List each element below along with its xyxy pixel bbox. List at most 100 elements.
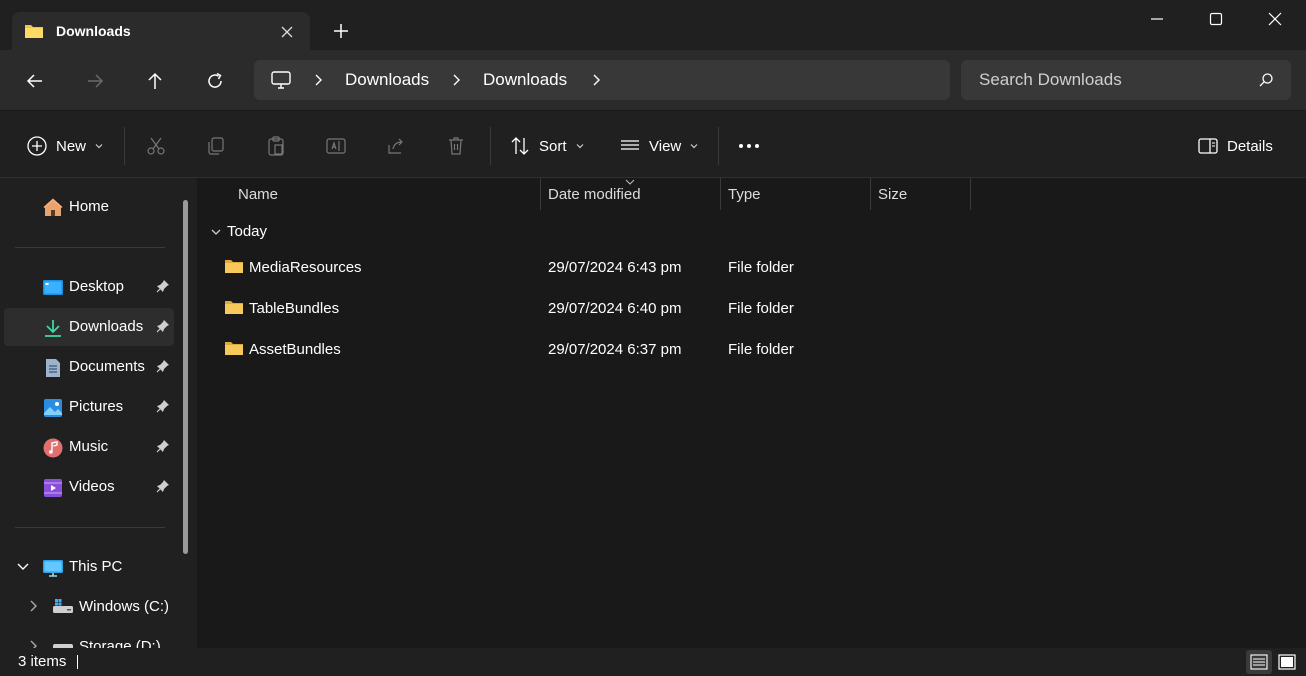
new-button[interactable]: New xyxy=(26,133,104,159)
file-name: TableBundles xyxy=(249,300,340,317)
sidebar-item-label: Documents xyxy=(69,358,145,375)
chevron-right-icon[interactable] xyxy=(590,73,602,87)
pin-icon[interactable] xyxy=(156,359,170,373)
folder-icon xyxy=(224,340,244,356)
see-more-button[interactable] xyxy=(736,133,762,159)
sidebar-item-downloads[interactable]: Downloads xyxy=(4,308,174,346)
table-row[interactable]: TableBundles 29/07/2024 6:40 pm File fol… xyxy=(210,291,1110,325)
sidebar-item-home[interactable]: Home xyxy=(4,188,174,226)
file-name: AssetBundles xyxy=(249,341,341,358)
pin-icon[interactable] xyxy=(156,279,170,293)
column-divider[interactable] xyxy=(870,178,871,210)
status-divider xyxy=(77,655,78,669)
sort-label: Sort xyxy=(539,137,567,155)
toolbar-divider xyxy=(490,127,491,165)
sidebar-item-pictures[interactable]: Pictures xyxy=(4,388,174,426)
trash-icon xyxy=(449,137,463,155)
this-pc-icon xyxy=(42,557,64,579)
address-bar[interactable]: Downloads Downloads xyxy=(254,60,950,100)
tiles-view-icon xyxy=(1278,654,1296,670)
column-divider[interactable] xyxy=(970,178,971,210)
column-divider[interactable] xyxy=(720,178,721,210)
column-divider[interactable] xyxy=(540,178,541,210)
sidebar-item-videos[interactable]: Videos xyxy=(4,468,174,506)
group-header-today[interactable]: Today xyxy=(210,223,267,240)
sidebar-item-label: This PC xyxy=(69,558,123,575)
navigation-bar: Downloads Downloads Search Downloads xyxy=(0,50,1306,110)
minimize-button[interactable] xyxy=(1128,0,1186,38)
navigation-pane: Home Desktop Downloads Documents Picture… xyxy=(0,178,197,648)
details-view-icon xyxy=(1250,654,1268,670)
forward-button[interactable] xyxy=(80,66,110,96)
pictures-icon xyxy=(42,397,64,419)
chevron-right-icon[interactable] xyxy=(26,639,40,648)
chevron-down-icon xyxy=(575,141,585,151)
folder-icon xyxy=(224,258,244,274)
pin-icon[interactable] xyxy=(156,319,170,333)
tab-title: Downloads xyxy=(56,23,131,39)
share-icon xyxy=(388,138,403,154)
search-input[interactable]: Search Downloads xyxy=(979,70,1122,90)
paste-button[interactable] xyxy=(263,133,289,159)
delete-button[interactable] xyxy=(443,133,469,159)
home-icon xyxy=(42,197,64,219)
drive-icon xyxy=(52,597,74,619)
sort-button[interactable]: Sort xyxy=(509,133,585,159)
file-name: MediaResources xyxy=(249,259,362,276)
chevron-right-icon[interactable] xyxy=(450,73,462,87)
refresh-button[interactable] xyxy=(200,66,230,96)
table-row[interactable]: AssetBundles 29/07/2024 6:37 pm File fol… xyxy=(210,332,1110,366)
table-row[interactable]: MediaResources 29/07/2024 6:43 pm File f… xyxy=(210,250,1110,284)
tab-downloads[interactable]: Downloads xyxy=(12,12,310,52)
sidebar-item-label: Desktop xyxy=(69,278,125,295)
this-pc-icon[interactable] xyxy=(270,70,292,90)
pin-icon[interactable] xyxy=(156,439,170,453)
sidebar-item-music[interactable]: Music xyxy=(4,428,174,466)
sidebar-item-storage-d[interactable]: Storage (D:) xyxy=(4,628,174,648)
rename-button[interactable] xyxy=(323,133,349,159)
details-pane-button[interactable]: Details xyxy=(1197,133,1273,159)
column-header-date-modified[interactable]: Date modified xyxy=(548,186,641,212)
sidebar-item-this-pc[interactable]: This PC xyxy=(4,548,174,586)
title-bar: Downloads xyxy=(0,0,1306,52)
file-type: File folder xyxy=(728,341,794,358)
details-view-button[interactable] xyxy=(1246,650,1272,674)
maximize-button[interactable] xyxy=(1187,0,1245,38)
column-header-type[interactable]: Type xyxy=(728,186,761,212)
cut-button[interactable] xyxy=(143,133,169,159)
chevron-right-icon[interactable] xyxy=(26,599,40,613)
back-button[interactable] xyxy=(20,66,50,96)
sidebar-item-desktop[interactable]: Desktop xyxy=(4,268,174,306)
pin-icon[interactable] xyxy=(156,479,170,493)
sidebar-item-windows-c[interactable]: Windows (C:) xyxy=(4,588,174,626)
pin-icon[interactable] xyxy=(156,399,170,413)
copy-button[interactable] xyxy=(203,133,229,159)
details-label: Details xyxy=(1227,137,1273,155)
view-button[interactable]: View xyxy=(619,133,699,159)
scissors-icon xyxy=(147,137,165,155)
new-tab-button[interactable] xyxy=(330,20,352,42)
close-window-button[interactable] xyxy=(1246,0,1304,38)
sidebar-item-documents[interactable]: Documents xyxy=(4,348,174,386)
column-header-size[interactable]: Size xyxy=(878,186,907,212)
folder-icon xyxy=(224,299,244,315)
sort-indicator-icon xyxy=(625,178,635,186)
chevron-down-icon[interactable] xyxy=(16,559,30,573)
column-header-name[interactable]: Name xyxy=(238,186,278,212)
chevron-right-icon[interactable] xyxy=(312,73,324,87)
search-box[interactable]: Search Downloads xyxy=(961,60,1291,100)
up-button[interactable] xyxy=(140,66,170,96)
folder-icon xyxy=(24,23,44,39)
sidebar-item-label: Pictures xyxy=(69,398,124,415)
breadcrumb-downloads-2[interactable]: Downloads xyxy=(483,70,567,90)
copy-icon xyxy=(208,137,224,155)
share-button[interactable] xyxy=(383,133,409,159)
view-label: View xyxy=(649,137,682,155)
breadcrumb-downloads-1[interactable]: Downloads xyxy=(345,70,429,90)
close-tab-icon[interactable] xyxy=(278,23,296,41)
sort-icon xyxy=(509,135,531,157)
sidebar-scrollbar[interactable] xyxy=(183,200,188,554)
tiles-view-button[interactable] xyxy=(1275,650,1299,674)
details-pane-icon xyxy=(1197,135,1219,157)
new-label: New xyxy=(56,137,87,155)
